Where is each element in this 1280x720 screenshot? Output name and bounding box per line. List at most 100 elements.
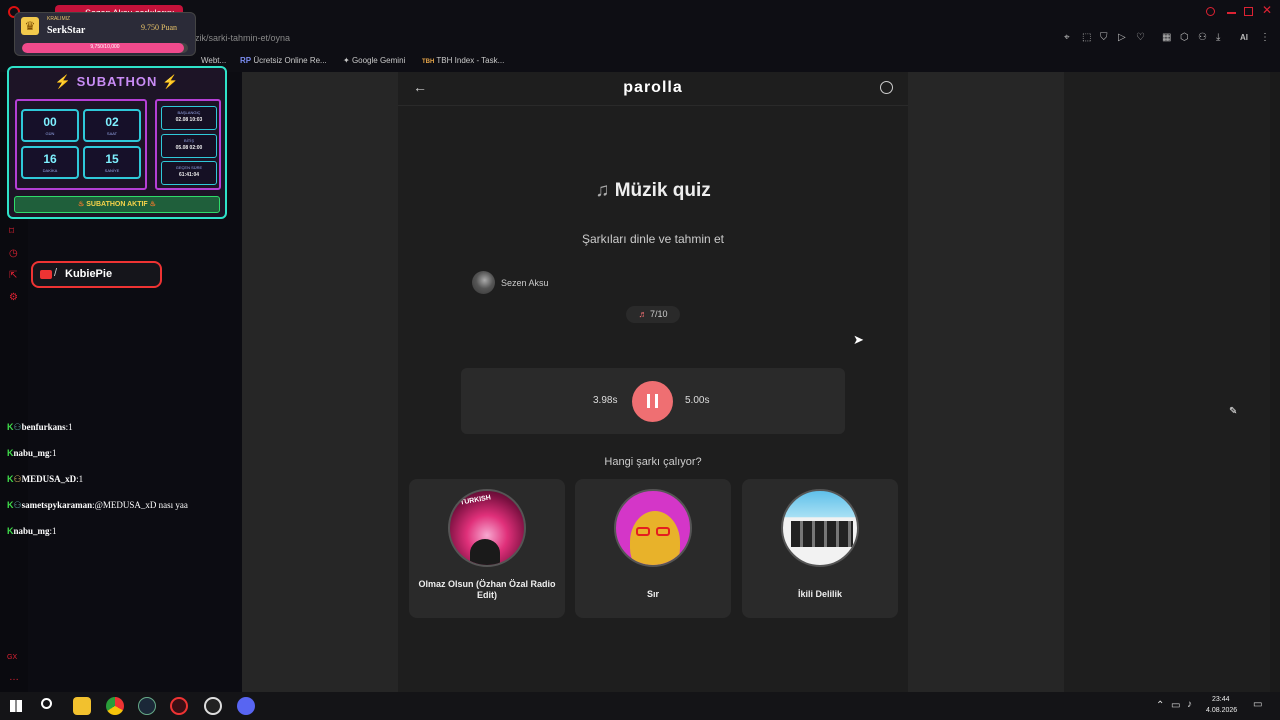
info-start-value: 02.08 10:03	[175, 117, 203, 123]
pen-cursor-icon: ✎	[1229, 406, 1238, 417]
elapsed-time: 3.98s	[593, 395, 618, 406]
profile-icon[interactable]: ⚇	[1198, 32, 1207, 43]
chat-message: 1	[52, 526, 57, 536]
pin-icon[interactable]: ⌖	[1064, 32, 1070, 43]
chat-message: 1	[52, 448, 57, 458]
question-text: Hangi şarkı çalıyor?	[604, 456, 702, 468]
top-supporter-widget: ♛ KRALIMIZ SerkStar 9.750 Puan 9,750/10,…	[14, 12, 196, 56]
tray-chevron-icon[interactable]: ⌃	[1156, 700, 1164, 711]
extension-icon[interactable]: ▦	[1162, 32, 1171, 43]
user-icon[interactable]	[880, 81, 893, 94]
bookmark-3-label: Google Gemini	[351, 56, 406, 65]
network-icon[interactable]: ▭	[1171, 700, 1180, 711]
pause-button[interactable]	[632, 381, 673, 422]
pause-icon	[647, 394, 658, 408]
fire-icon: ♨	[78, 201, 85, 208]
note-icon: ♬	[638, 309, 648, 319]
chat-line-4: K⚇sametspykaraman:@MEDUSA_xD nası yaa	[7, 500, 188, 510]
info-start-label: BAŞLANGIÇ	[177, 110, 201, 115]
info-end-value: 05.08 02:00	[175, 145, 203, 151]
choice-card-1[interactable]: TURKISH Olmaz Olsun (Özhan Özal Radio Ed…	[409, 479, 565, 618]
chat-message: 1	[78, 474, 84, 484]
chat-user: nabu_mg	[13, 448, 50, 458]
opera-gx-icon[interactable]	[170, 697, 188, 715]
page-background-right	[908, 72, 1064, 692]
bookmark-sidebar-icon[interactable]: ⌑	[9, 226, 14, 237]
album-cover-2	[614, 489, 692, 567]
chrome-icon[interactable]	[106, 697, 124, 715]
timer-days-label: GÜN	[45, 131, 55, 136]
info-start: BAŞLANGIÇ 02.08 10:03	[161, 106, 217, 130]
puzzle-icon[interactable]: ⬡	[1180, 32, 1189, 43]
chat-user: benfurkans	[21, 422, 66, 432]
share-icon[interactable]: ⇱	[9, 270, 17, 281]
badge-icon: ⚇	[13, 422, 22, 432]
clock-time[interactable]: 23:44	[1212, 696, 1230, 703]
duration-time: 5.00s	[685, 395, 710, 406]
audio-player: 3.98s 5.00s	[461, 368, 845, 434]
obs-icon[interactable]	[204, 697, 222, 715]
page-background-left	[242, 72, 398, 692]
more-icon[interactable]: …	[9, 672, 19, 683]
album-cover-1: TURKISH	[448, 489, 526, 567]
timer-minutes-value: 16	[43, 152, 57, 166]
gx-icon[interactable]: GX	[7, 654, 17, 661]
timer-minutes: 16 DAKİKA	[21, 146, 79, 179]
timer-seconds-label: SANİYE	[104, 168, 120, 173]
discord-icon[interactable]	[237, 697, 255, 715]
heart-icon[interactable]: ♡	[1136, 32, 1145, 43]
bookmark-3[interactable]: ✦ Google Gemini	[343, 56, 405, 65]
play-icon[interactable]: ▷	[1118, 32, 1126, 43]
shield-icon[interactable]: ⛉	[1100, 32, 1108, 43]
bookmark-2-label: Ücretsiz Online Re...	[253, 56, 327, 65]
settings-icon[interactable]: ⚙	[9, 292, 18, 303]
scrollbar[interactable]	[1270, 72, 1280, 692]
timer-seconds-value: 15	[105, 152, 119, 166]
timer-hours: 02 SAAT	[83, 109, 141, 142]
kral-label: KRALIMIZ	[47, 16, 71, 22]
fire-icon: ♨	[149, 201, 156, 208]
youtube-icon	[40, 270, 52, 279]
slash-icon: /	[54, 267, 58, 279]
search-taskbar-icon[interactable]	[41, 698, 52, 709]
crown-icon: ♛	[21, 17, 39, 35]
info-end: BİTİŞ 05.08 02:00	[161, 134, 217, 158]
timer-minutes-label: DAKİKA	[42, 168, 58, 173]
kral-name: SerkStar	[47, 25, 86, 36]
download-icon[interactable]: ⤓	[1216, 32, 1220, 43]
choice-card-3[interactable]: İkili Delilik	[742, 479, 898, 618]
bookmark-4[interactable]: TBH TBH Index - Task...	[422, 56, 504, 65]
screenshot-icon[interactable]: ⬚	[1082, 32, 1091, 43]
info-elapsed-label: GEÇEN SÜRE	[175, 165, 203, 170]
history-icon[interactable]: ◷	[9, 248, 18, 259]
bookmark-2[interactable]: RP Ücretsiz Online Re...	[240, 56, 327, 65]
streamer-badge: / KubiePie	[31, 261, 162, 288]
steam-icon[interactable]	[138, 697, 156, 715]
clock-date[interactable]: 4.08.2026	[1206, 707, 1237, 714]
menu-icon[interactable]: ⋮	[1260, 32, 1270, 43]
timer-days-value: 00	[43, 115, 57, 129]
windows-start-icon[interactable]	[10, 700, 22, 712]
kral-progress-text: 9,750/10,000	[90, 44, 120, 50]
streamer-name: KubiePie	[65, 268, 113, 280]
minimize-icon[interactable]	[1227, 12, 1236, 14]
subathon-status-bar: ♨ SUBATHON AKTIF ♨	[14, 196, 220, 213]
chat-line-2: Knabu_mg:1	[7, 448, 57, 458]
notification-icon[interactable]: ▭	[1253, 699, 1262, 710]
bookmark-4-label: TBH Index - Task...	[436, 56, 505, 65]
ai-label[interactable]: AI	[1240, 33, 1248, 42]
mouse-cursor-icon: ➤	[853, 332, 864, 347]
progress-text: 7/10	[649, 309, 668, 319]
music-note-icon: ♫	[595, 180, 610, 201]
bookmark-1[interactable]: Webt...	[201, 56, 226, 65]
url-text[interactable]: uzik/sarki-tahmin-et/oyna	[190, 33, 290, 43]
quiz-app: ← parolla ♫ Müzik quiz Şarkıları dinle v…	[398, 72, 908, 692]
volume-icon[interactable]: ♪	[1187, 699, 1192, 710]
search-icon[interactable]	[1206, 7, 1215, 16]
file-explorer-icon[interactable]	[73, 697, 91, 715]
app-logo[interactable]: parolla	[398, 79, 908, 97]
choice-card-2[interactable]: Sır	[575, 479, 731, 618]
subathon-title: ⚡ SUBATHON ⚡	[9, 74, 225, 90]
maximize-icon[interactable]	[1244, 7, 1253, 16]
close-icon[interactable]: ✕	[1262, 3, 1272, 17]
